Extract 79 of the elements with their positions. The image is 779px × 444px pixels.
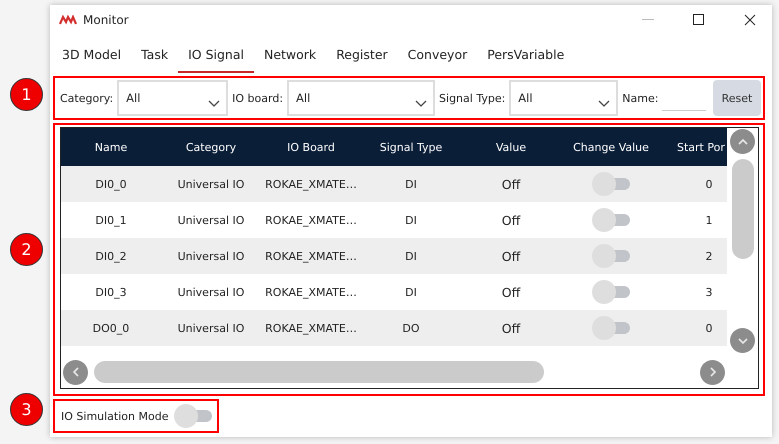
table-row[interactable]: DO0_0 Universal IO ROKAE_XMATE… DO Off 0	[61, 310, 727, 346]
scroll-right-button[interactable]	[700, 360, 725, 384]
tab[interactable]: IO Signal	[178, 37, 254, 73]
vertical-scrollbar-thumb[interactable]	[732, 159, 754, 259]
maximize-icon	[692, 14, 704, 26]
column-header: Value	[494, 140, 528, 154]
table-cell-text: Off	[500, 176, 522, 192]
table-cell-text: ROKAE_XMATE…	[264, 250, 358, 262]
column-header: Signal Type	[378, 140, 444, 154]
horizontal-scrollbar-thumb[interactable]	[94, 361, 544, 383]
table-cell-text: 3	[704, 286, 714, 298]
table-cell-text: DI	[404, 178, 418, 190]
table-cell-text: Off	[500, 248, 522, 264]
io-board-label: IO board:	[232, 92, 284, 104]
name-label: Name:	[622, 92, 658, 104]
table-cell-text: DI0_2	[94, 250, 128, 262]
table-cell-text: 0	[704, 178, 714, 190]
toggle-switch[interactable]	[592, 316, 630, 340]
table-cell-text: Off	[500, 320, 522, 336]
callout-badge: 2	[10, 233, 43, 266]
table-cell-text: DI	[404, 250, 418, 262]
column-header: IO Board	[286, 140, 336, 154]
table-cell-text: 0	[704, 322, 714, 334]
logo-icon	[59, 15, 77, 25]
table-cell-text: ROKAE_XMATE…	[264, 322, 358, 334]
table-cell-text: DI	[404, 214, 418, 226]
reset-button[interactable]: Reset	[713, 80, 761, 116]
signal-type-label: Signal Type:	[439, 92, 506, 104]
table-cell-text: Universal IO	[176, 178, 246, 190]
column-header: Start Por	[676, 140, 726, 154]
tab[interactable]: Conveyor	[398, 37, 478, 73]
table-cell-text: DI	[404, 286, 418, 298]
tab[interactable]: 3D Model	[52, 37, 132, 73]
simulation-mode-label: IO Simulation Mode	[61, 410, 168, 422]
table-row[interactable]: DI0_0 Universal IO ROKAE_XMATE… DI Off 0	[61, 166, 727, 202]
callout-badge: 1	[10, 78, 43, 111]
callout-badge: 3	[10, 393, 43, 426]
column-header: Name	[94, 140, 128, 154]
table-cell-text: DI0_0	[94, 178, 128, 190]
scroll-down-button[interactable]	[730, 328, 755, 353]
table-cell-text: Off	[500, 212, 522, 228]
table-cell-text: DO0_0	[92, 322, 130, 334]
signal-type-dropdown[interactable]: All	[509, 80, 618, 116]
table-cell-text: ROKAE_XMATE…	[264, 178, 358, 190]
tab[interactable]: Register	[326, 37, 398, 73]
table-cell-text: Universal IO	[176, 322, 246, 334]
window-title: Monitor	[83, 13, 130, 27]
tab[interactable]: PersVariable	[477, 37, 574, 73]
table-cell-text: ROKAE_XMATE…	[264, 286, 358, 298]
column-header: Category	[184, 140, 238, 154]
tab[interactable]: Network	[254, 37, 326, 73]
scroll-left-button[interactable]	[63, 360, 88, 384]
toggle-switch[interactable]	[174, 404, 212, 428]
tab[interactable]: Task	[131, 37, 178, 73]
table-cell-text: ROKAE_XMATE…	[264, 214, 358, 226]
minimize-icon	[642, 19, 654, 21]
table-cell-text: Universal IO	[176, 250, 246, 262]
table-cell-text: Universal IO	[176, 214, 246, 226]
table-cell-text: 1	[704, 214, 714, 226]
table-cell-text: Off	[500, 284, 522, 300]
toggle-switch[interactable]	[592, 280, 630, 304]
table-cell-text: DO	[401, 322, 421, 334]
close-icon	[744, 14, 756, 26]
toggle-switch[interactable]	[592, 172, 630, 196]
table-cell-text: 2	[704, 250, 714, 262]
table-row[interactable]: DI0_2 Universal IO ROKAE_XMATE… DI Off 2	[61, 238, 727, 274]
caret-icon	[208, 100, 220, 108]
table-cell-text: DI0_3	[94, 286, 128, 298]
category-dropdown[interactable]: All	[117, 80, 228, 116]
table-cell-text: Universal IO	[176, 286, 246, 298]
column-header: Change Value	[572, 140, 650, 154]
toggle-switch[interactable]	[592, 208, 630, 232]
caret-icon	[598, 100, 610, 108]
category-label: Category:	[60, 92, 114, 104]
table-cell-text: DI0_1	[94, 214, 128, 226]
toggle-switch[interactable]	[592, 244, 630, 268]
io-board-dropdown[interactable]: All	[287, 80, 436, 116]
caret-icon	[415, 100, 428, 108]
scroll-up-button[interactable]	[730, 129, 755, 154]
